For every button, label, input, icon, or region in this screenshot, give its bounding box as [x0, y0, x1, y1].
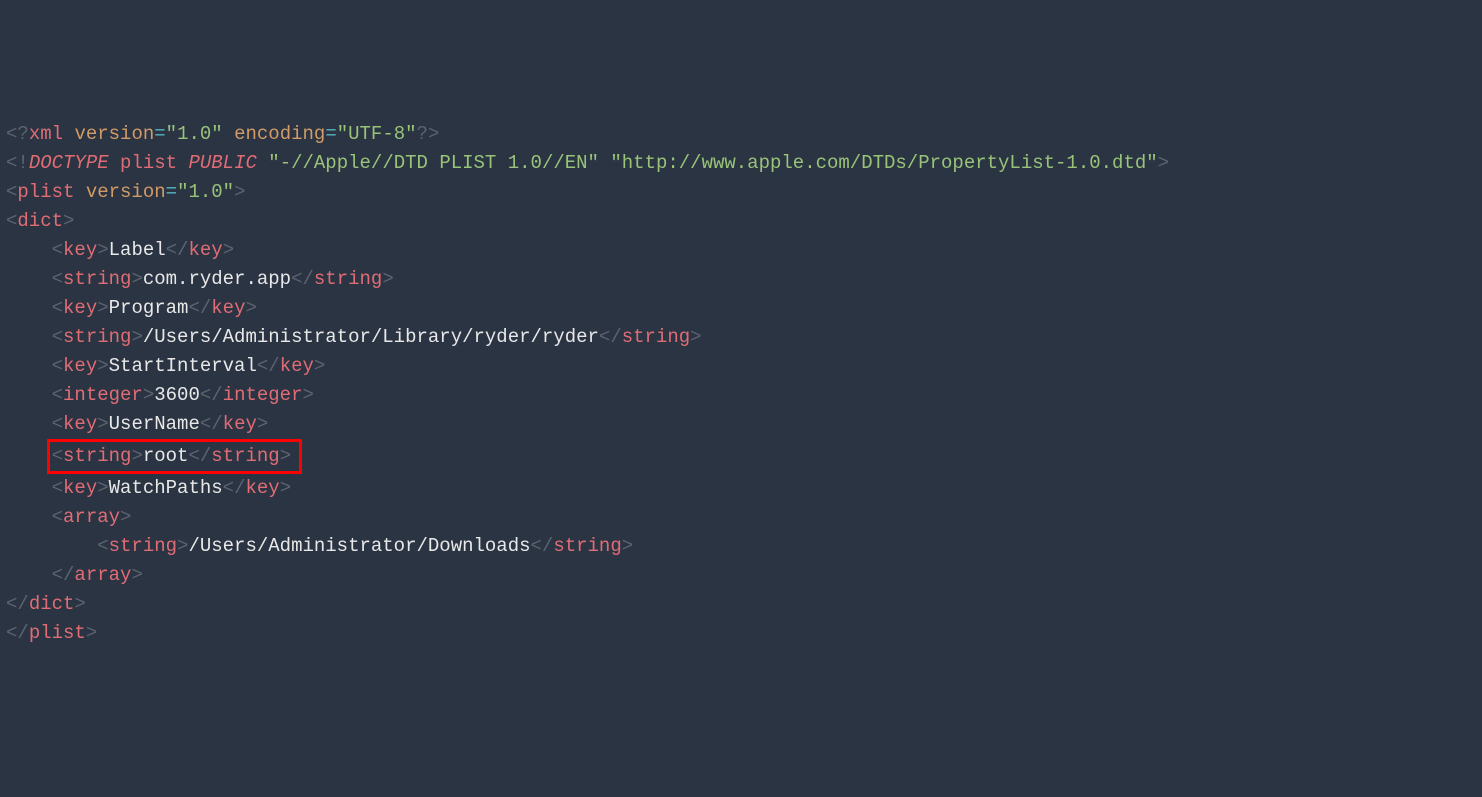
text-content: com.ryder.app: [143, 268, 291, 290]
tag-string: string: [109, 535, 177, 557]
punct: <!: [6, 152, 29, 174]
code-line: <key>UserName</key>: [6, 410, 1476, 439]
tag-open: plist: [17, 181, 74, 203]
doctype-root: plist: [120, 152, 177, 174]
code-line: <!DOCTYPE plist PUBLIC "-//Apple//DTD PL…: [6, 149, 1476, 178]
tag-integer: integer: [63, 384, 143, 406]
tag-integer-close: integer: [223, 384, 303, 406]
tag-key: key: [63, 355, 97, 377]
code-line: </plist>: [6, 619, 1476, 648]
code-line: <string>root</string>: [6, 439, 1476, 474]
tag-array-close: array: [74, 564, 131, 586]
text-content: UserName: [109, 413, 200, 435]
text-content: Label: [109, 239, 166, 261]
text-content: root: [143, 445, 189, 467]
code-line: <dict>: [6, 207, 1476, 236]
code-line: <plist version="1.0">: [6, 178, 1476, 207]
code-line: <key>WatchPaths</key>: [6, 474, 1476, 503]
code-line: <string>com.ryder.app</string>: [6, 265, 1476, 294]
code-line: <key>Label</key>: [6, 236, 1476, 265]
tag-open: dict: [17, 210, 63, 232]
code-block: <?xml version="1.0" encoding="UTF-8"?><!…: [6, 120, 1476, 648]
attr-value: "1.0": [177, 181, 234, 203]
text-content: /Users/Administrator/Downloads: [188, 535, 530, 557]
code-line: <key>Program</key>: [6, 294, 1476, 323]
code-line: <string>/Users/Administrator/Library/ryd…: [6, 323, 1476, 352]
punct: >: [1158, 152, 1169, 174]
tag-string: string: [63, 326, 131, 348]
attr-name: version: [86, 181, 166, 203]
tag-dict-close: dict: [29, 593, 75, 615]
tag-string-close: string: [622, 326, 690, 348]
text-content: Program: [109, 297, 189, 319]
tag-plist-close: plist: [29, 622, 86, 644]
text-content: /Users/Administrator/Library/ryder/ryder: [143, 326, 599, 348]
code-line: <array>: [6, 503, 1476, 532]
doctype-keyword: DOCTYPE: [29, 152, 109, 174]
tag-key: key: [63, 477, 97, 499]
tag-key: key: [63, 239, 97, 261]
tag-array: array: [63, 506, 120, 528]
doctype-fpi: "-//Apple//DTD PLIST 1.0//EN": [268, 152, 599, 174]
code-line: <string>/Users/Administrator/Downloads</…: [6, 532, 1476, 561]
tag-key-close: key: [280, 355, 314, 377]
tag-key-close: key: [223, 413, 257, 435]
tag-key-close: key: [245, 477, 279, 499]
xml-decl: xml: [29, 123, 63, 145]
tag-string-close: string: [553, 535, 621, 557]
attr-value: "UTF-8": [337, 123, 417, 145]
punct: ?>: [417, 123, 440, 145]
tag-key-close: key: [211, 297, 245, 319]
text-content: 3600: [154, 384, 200, 406]
text-content: WatchPaths: [109, 477, 223, 499]
tag-key-close: key: [188, 239, 222, 261]
highlight-box: <string>root</string>: [47, 439, 302, 474]
attr-name: encoding: [234, 123, 325, 145]
code-line: <integer>3600</integer>: [6, 381, 1476, 410]
tag-string: string: [63, 445, 131, 467]
doctype-keyword: PUBLIC: [188, 152, 256, 174]
tag-string: string: [63, 268, 131, 290]
punct: <?: [6, 123, 29, 145]
doctype-uri: "http://www.apple.com/DTDs/PropertyList-…: [610, 152, 1157, 174]
tag-key: key: [63, 413, 97, 435]
attr-value: "1.0": [166, 123, 223, 145]
attr-name: version: [74, 123, 154, 145]
code-line: </dict>: [6, 590, 1476, 619]
tag-string-close: string: [314, 268, 382, 290]
code-line: <key>StartInterval</key>: [6, 352, 1476, 381]
code-line: </array>: [6, 561, 1476, 590]
tag-key: key: [63, 297, 97, 319]
tag-string-close: string: [211, 445, 279, 467]
code-line: <?xml version="1.0" encoding="UTF-8"?>: [6, 120, 1476, 149]
text-content: StartInterval: [109, 355, 257, 377]
